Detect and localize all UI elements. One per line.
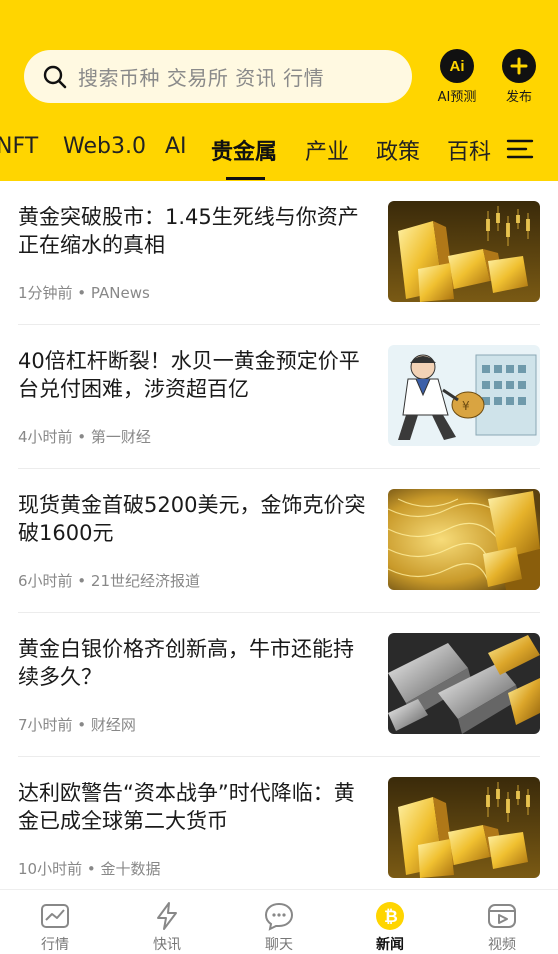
publish-button[interactable]: 发布 xyxy=(491,49,547,105)
news-title: 现货黄金首破5200美元，金饰克价突破1600元 xyxy=(18,493,366,545)
ai-predict-button[interactable]: Ai AI预测 xyxy=(429,49,485,105)
search-placeholder: 搜索币种 交易所 资讯 行情 xyxy=(78,66,325,90)
category-tabs: NFT Web3.0 AI 贵金属 产业 政策 百科 xyxy=(0,130,558,181)
nav-chat[interactable]: 聊天 xyxy=(234,900,324,954)
tab-industry[interactable]: 产业 xyxy=(305,134,349,166)
nav-market[interactable]: 行情 xyxy=(10,900,100,954)
news-item[interactable]: 达利欧警告“资本战争”时代降临：黄金已成全球第二大货币 10小时前 • 金十数据 xyxy=(18,757,540,901)
nav-label: 视频 xyxy=(488,937,516,953)
news-thumbnail xyxy=(388,489,540,590)
tab-nft[interactable]: NFT xyxy=(0,134,38,159)
news-meta: 1分钟前 • PANews xyxy=(18,284,150,302)
search-bar[interactable]: 搜索币种 交易所 资讯 行情 xyxy=(24,50,412,103)
chart-icon xyxy=(41,904,69,928)
header: 搜索币种 交易所 资讯 行情 Ai AI预测 发布 NFT Web3.0 AI … xyxy=(0,0,558,181)
search-icon xyxy=(43,65,67,88)
ai-icon: Ai xyxy=(440,49,474,83)
news-thumbnail xyxy=(388,633,540,734)
tab-ai[interactable]: AI xyxy=(165,134,187,159)
news-title: 黄金突破股市：1.45生死线与你资产正在缩水的真相 xyxy=(18,205,359,257)
menu-icon[interactable] xyxy=(506,138,534,160)
news-item[interactable]: 黄金突破股市：1.45生死线与你资产正在缩水的真相 1分钟前 • PANews xyxy=(18,181,540,325)
plus-icon xyxy=(502,49,536,83)
nav-label: 聊天 xyxy=(265,937,293,953)
tab-wiki[interactable]: 百科 xyxy=(447,134,491,166)
lightning-icon xyxy=(157,902,177,930)
news-meta: 10小时前 • 金十数据 xyxy=(18,860,161,878)
svg-text:₿: ₿ xyxy=(384,907,398,927)
chat-icon xyxy=(264,902,294,931)
news-title: 黄金白银价格齐创新高，牛市还能持续多久？ xyxy=(18,637,354,689)
tab-web3[interactable]: Web3.0 xyxy=(63,134,146,159)
news-title: 40倍杠杆断裂！水贝一黄金预定价平台兑付困难，涉资超百亿 xyxy=(18,349,360,401)
nav-label: 新闻 xyxy=(376,937,404,953)
tab-precious-metals[interactable]: 贵金属 xyxy=(211,134,277,166)
news-item[interactable]: 现货黄金首破5200美元，金饰克价突破1600元 6小时前 • 21世纪经济报道 xyxy=(18,469,540,613)
ai-predict-label: AI预测 xyxy=(437,90,477,105)
news-item[interactable]: 40倍杠杆断裂！水贝一黄金预定价平台兑付困难，涉资超百亿 4小时前 • 第一财经… xyxy=(18,325,540,469)
news-title: 达利欧警告“资本战争”时代降临：黄金已成全球第二大货币 xyxy=(18,781,355,833)
nav-video[interactable]: 视频 xyxy=(457,900,547,954)
nav-news[interactable]: ₿ 新闻 xyxy=(345,900,435,954)
news-item[interactable]: 黄金白银价格齐创新高，牛市还能持续多久？ 7小时前 • 财经网 xyxy=(18,613,540,757)
active-tab-indicator xyxy=(226,177,265,180)
news-meta: 4小时前 • 第一财经 xyxy=(18,428,151,446)
publish-label: 发布 xyxy=(505,90,532,105)
news-meta: 7小时前 • 财经网 xyxy=(18,716,136,734)
bitcoin-icon: ₿ xyxy=(376,902,404,930)
news-thumbnail xyxy=(388,201,540,302)
nav-flash[interactable]: 快讯 xyxy=(122,900,212,954)
tab-policy[interactable]: 政策 xyxy=(376,134,420,166)
nav-label: 行情 xyxy=(41,937,69,953)
news-thumbnail: ¥ xyxy=(388,345,540,446)
news-thumbnail xyxy=(388,777,540,878)
bottom-nav: 行情 快讯 聊天 ₿ 新闻 视频 xyxy=(0,889,558,954)
nav-label: 快讯 xyxy=(153,937,181,953)
svg-text:¥: ¥ xyxy=(462,399,470,413)
news-meta: 6小时前 • 21世纪经济报道 xyxy=(18,572,201,590)
video-icon xyxy=(488,904,516,928)
